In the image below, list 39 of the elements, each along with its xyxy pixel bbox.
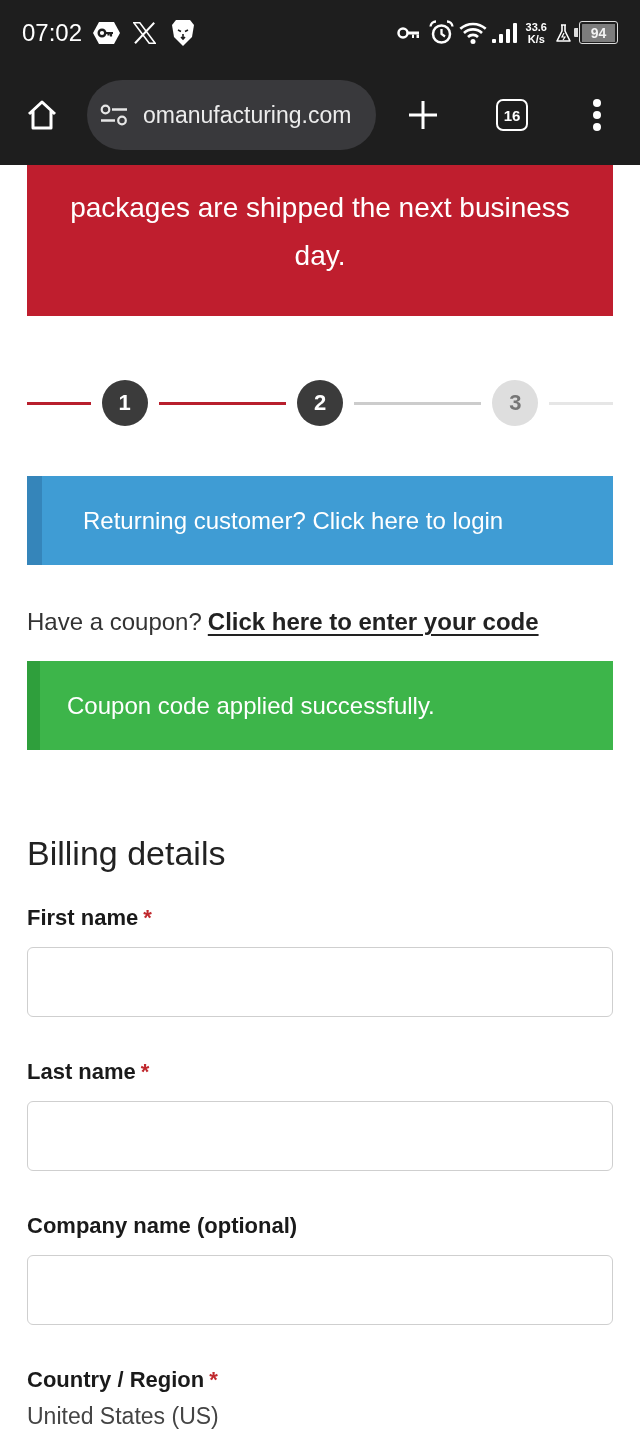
field-label: Country / Region [27, 1366, 205, 1394]
text-input[interactable] [27, 1101, 613, 1171]
plus-icon[interactable] [408, 100, 438, 130]
home-icon[interactable] [26, 99, 58, 131]
address-bar[interactable]: omanufacturing.com [87, 80, 376, 150]
field-label: Last name [27, 1058, 136, 1086]
required-mark: * [140, 1058, 150, 1086]
wifi-icon [458, 21, 487, 44]
country-select[interactable]: United States (US) [27, 1403, 613, 1429]
url-text: omanufacturing.com [143, 101, 352, 129]
battery-indicator: 94 [574, 21, 618, 44]
alarm-clock-icon [428, 20, 454, 45]
step-circle: 1 [101, 380, 148, 426]
step-circle: 2 [297, 380, 343, 426]
network-speed: 33.6 [525, 20, 547, 33]
tab-count-button[interactable]: 16 [496, 99, 528, 131]
x-mark-icon [133, 21, 157, 44]
key-icon [396, 26, 419, 39]
success-notice: Coupon code applied successfully. [27, 661, 613, 750]
text-input[interactable] [27, 1255, 613, 1325]
key-hexagon-icon [93, 21, 121, 44]
coupon-link[interactable]: Click here to enter your code [207, 608, 539, 635]
field-label: First name [27, 904, 139, 932]
step-connector [27, 401, 91, 405]
step-circle: 3 [492, 380, 539, 426]
speed-unit: K/s [527, 32, 545, 45]
more-menu-icon[interactable] [593, 99, 601, 131]
shipping-banner: packages are shipped the next business day. [27, 165, 613, 316]
section-heading: Billing details [27, 833, 227, 873]
required-mark: * [209, 1366, 218, 1394]
field-label: Company name (optional) [27, 1212, 298, 1240]
sliders-icon[interactable] [100, 104, 128, 126]
text-input[interactable] [27, 947, 613, 1017]
shield-icon [172, 19, 195, 46]
clock-time: 07:02 [22, 18, 83, 47]
flask-icon [556, 23, 571, 42]
signal-icon [491, 22, 517, 43]
required-mark: * [143, 904, 152, 932]
coupon-prompt: Have a coupon? Click here to enter your code [27, 607, 540, 637]
